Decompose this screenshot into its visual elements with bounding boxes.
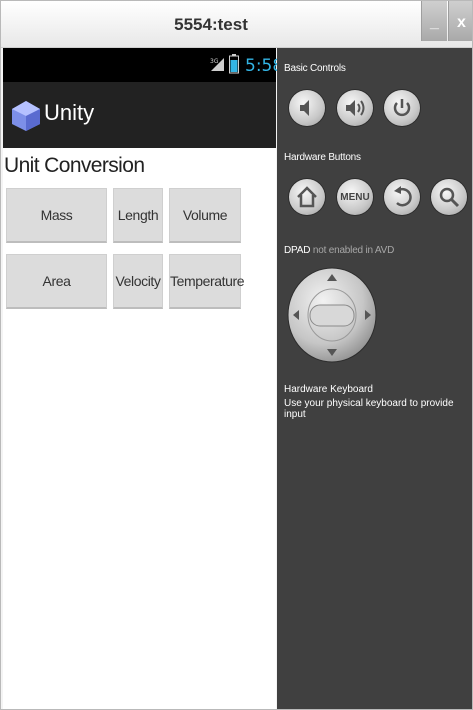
dpad-note: not enabled in AVD xyxy=(312,245,395,256)
volume-up-button[interactable] xyxy=(337,90,373,126)
window-title: 5554:test xyxy=(174,15,248,34)
volume-down-button[interactable] xyxy=(289,90,325,126)
back-button[interactable] xyxy=(384,179,420,215)
search-button[interactable] xyxy=(431,179,467,215)
length-button[interactable]: Length xyxy=(113,188,163,243)
page-title: Unit Conversion xyxy=(4,154,145,177)
keyboard-title: Hardware Keyboard xyxy=(284,384,373,395)
svg-text:3G: 3G xyxy=(210,58,219,65)
menu-label: MENU xyxy=(340,192,370,203)
emulator-window: 5554:test _ x 3G 5:58 Unity Unit Convers… xyxy=(0,0,473,710)
area-button[interactable]: Area xyxy=(6,254,107,309)
home-button[interactable] xyxy=(289,179,325,215)
controls-panel: Basic Controls Hardware Buttons MENU DPA… xyxy=(277,48,472,709)
home-icon xyxy=(297,186,317,208)
action-bar: Unity xyxy=(3,82,276,148)
app-logo-icon[interactable] xyxy=(11,100,41,132)
volume-button[interactable]: Volume xyxy=(169,188,241,243)
mass-button[interactable]: Mass xyxy=(6,188,107,243)
signal-icon: 3G xyxy=(210,58,224,71)
hardware-buttons-title: Hardware Buttons xyxy=(284,152,361,163)
power-button[interactable] xyxy=(384,90,420,126)
app-name: Unity xyxy=(44,100,95,125)
close-button[interactable]: x xyxy=(448,1,472,41)
status-bar: 3G 5:58 xyxy=(3,48,283,82)
device-screen: 3G 5:58 Unity Unit Conversion Mass Lengt… xyxy=(3,48,283,709)
velocity-button[interactable]: Velocity xyxy=(113,254,163,309)
search-icon xyxy=(439,187,460,208)
keyboard-note: Use your physical keyboard to provide in… xyxy=(284,398,454,420)
basic-controls-title: Basic Controls xyxy=(284,63,346,74)
back-icon xyxy=(394,186,412,207)
power-icon xyxy=(393,99,411,117)
dpad-title: DPAD not enabled in AVD xyxy=(284,245,394,256)
dpad-label: DPAD xyxy=(284,245,311,256)
volume-up-icon xyxy=(346,100,365,116)
battery-icon xyxy=(229,54,239,74)
minimize-button[interactable]: _ xyxy=(421,1,447,41)
volume-down-icon xyxy=(300,100,309,116)
window-titlebar[interactable]: 5554:test _ x xyxy=(1,1,472,48)
temperature-button[interactable]: Temperature xyxy=(169,254,245,309)
menu-button[interactable]: MENU xyxy=(337,179,373,215)
dpad-control[interactable] xyxy=(286,266,378,364)
